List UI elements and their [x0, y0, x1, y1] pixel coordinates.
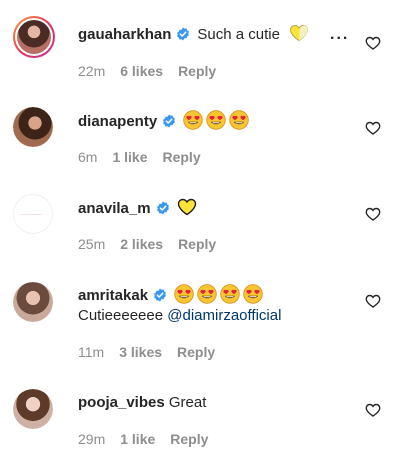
heart-eyes-emoji-icon [229, 110, 249, 130]
avatar[interactable] [13, 107, 53, 147]
yellow-heart-icon [289, 24, 309, 42]
comment-time: 6m [78, 149, 98, 165]
heart-eyes-emoji-icon [174, 284, 194, 304]
more-options-icon[interactable]: ... [330, 26, 349, 44]
verified-badge-icon [153, 288, 167, 302]
heart-eyes-emoji-icon [206, 110, 226, 130]
comment-time: 25m [78, 236, 106, 252]
username[interactable]: pooja_vibes [78, 394, 165, 411]
comment-time: 11m [78, 344, 105, 360]
like-heart-icon[interactable] [365, 206, 381, 222]
comment-time: 22m [78, 63, 106, 79]
comment-text: Cutieeeeeee [78, 307, 164, 324]
mention-link[interactable]: @diamirzaofficial [167, 307, 281, 324]
reply-button[interactable]: Reply [178, 236, 216, 252]
reply-button[interactable]: Reply [178, 63, 216, 79]
like-count[interactable]: 2 likes [120, 236, 163, 252]
heart-eyes-emoji-icon [243, 284, 263, 304]
like-heart-icon[interactable] [365, 120, 381, 136]
reply-button[interactable]: Reply [162, 149, 200, 165]
like-count[interactable]: 1 like [120, 431, 155, 447]
like-heart-icon[interactable] [365, 293, 381, 309]
heart-eyes-emoji-icon [220, 284, 240, 304]
avatar[interactable] [13, 16, 55, 58]
reply-button[interactable]: Reply [170, 431, 208, 447]
yellow-heart-icon [177, 198, 197, 216]
avatar[interactable] [13, 282, 53, 322]
like-heart-icon[interactable] [365, 402, 381, 418]
username[interactable]: dianapenty [78, 113, 157, 130]
username[interactable]: gauaharkhan [78, 26, 171, 43]
verified-badge-icon [176, 27, 190, 41]
like-count[interactable]: 3 likes [119, 344, 162, 360]
heart-eyes-emoji-icon [197, 284, 217, 304]
comment-text: Such a cutie [197, 26, 280, 43]
avatar-logo: ~~~~~~~~~~ [20, 212, 42, 217]
avatar[interactable]: ~~~~~~~~~~ [13, 194, 53, 234]
like-heart-icon[interactable] [365, 35, 381, 51]
verified-badge-icon [162, 114, 176, 128]
reply-button[interactable]: Reply [177, 344, 215, 360]
heart-eyes-emoji-icon [183, 110, 203, 130]
like-count[interactable]: 1 like [112, 149, 147, 165]
verified-badge-icon [156, 201, 170, 215]
username[interactable]: anavila_m [78, 200, 151, 217]
username[interactable]: amritakak [78, 287, 148, 304]
avatar[interactable] [13, 389, 53, 429]
like-count[interactable]: 6 likes [120, 63, 163, 79]
comment-time: 29m [78, 431, 106, 447]
comment-text: Great [168, 394, 207, 411]
